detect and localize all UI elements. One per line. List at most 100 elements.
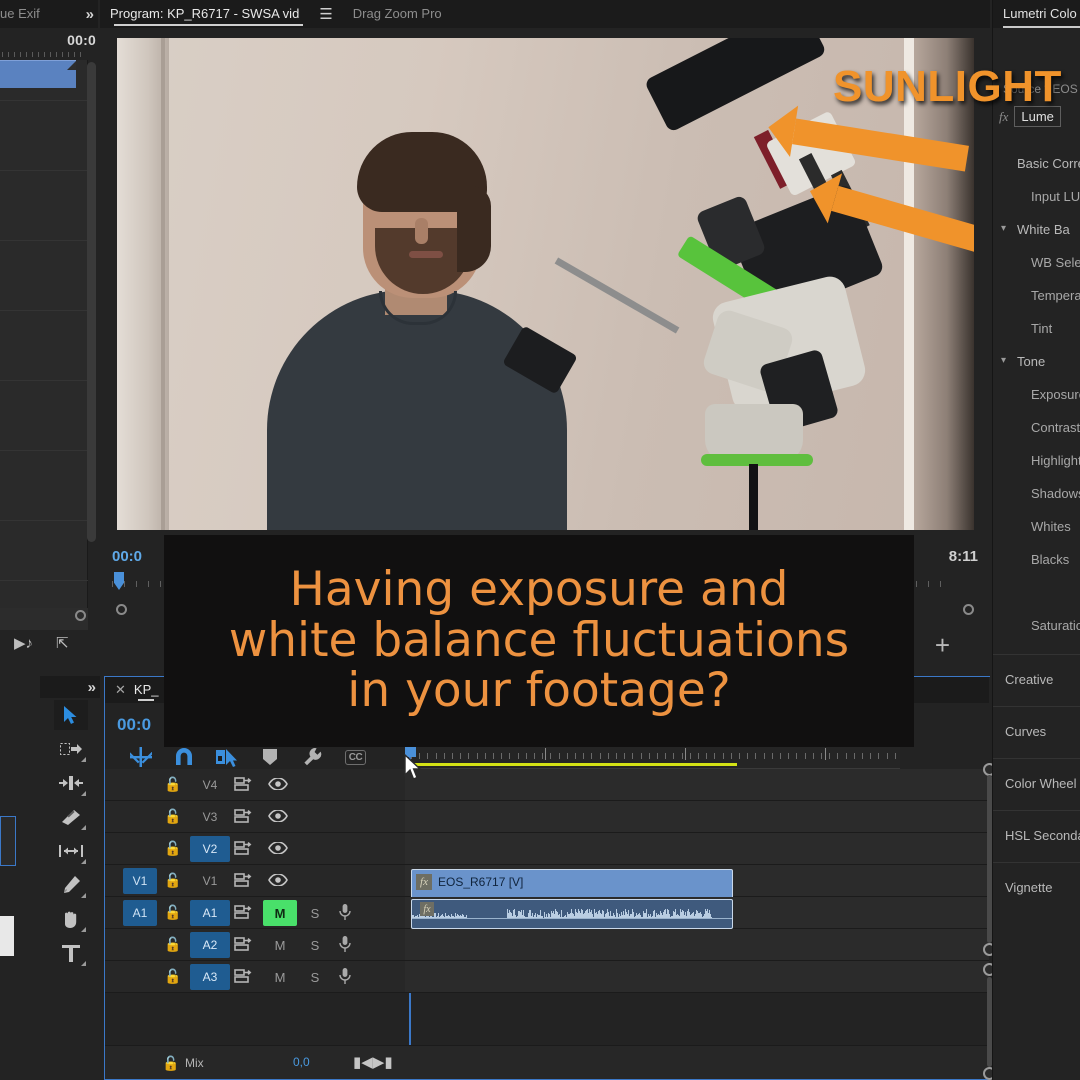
tab-sequence[interactable]: KP_ <box>134 677 158 703</box>
lumetri-panel-curves[interactable]: Curves <box>993 724 1080 739</box>
type-tool[interactable] <box>54 938 88 968</box>
lock-icon[interactable]: 🔓 <box>164 776 181 792</box>
lock-icon[interactable]: 🔓 <box>164 872 181 888</box>
hand-tool[interactable] <box>54 904 88 934</box>
left-ruler[interactable] <box>0 50 88 60</box>
timeline-track-row[interactable]: 🔓 A3 M S <box>105 961 989 993</box>
track-name-V4[interactable]: V4 <box>190 772 230 798</box>
lock-icon[interactable]: 🔓 <box>164 808 181 824</box>
timeline-track-row[interactable]: A1 🔓 A1 M Sfx <box>105 897 989 929</box>
lumetri-item-contrast[interactable]: Contrast <box>993 420 1080 435</box>
sync-lock-icon[interactable] <box>233 776 253 792</box>
track-content-A3[interactable] <box>405 961 989 992</box>
lumetri-item-tone[interactable]: Tone <box>993 354 1080 369</box>
timeline-track-row[interactable]: 🔓 V3 <box>105 801 989 833</box>
track-name-V1[interactable]: V1 <box>190 868 230 894</box>
mix-value[interactable]: 0,0 <box>293 1055 310 1069</box>
track-content-A1[interactable]: fx <box>405 897 989 929</box>
lumetri-item-input-lut[interactable]: Input LUT <box>993 189 1080 204</box>
track-name-A3[interactable]: A3 <box>190 964 230 990</box>
lumetri-panel-creative[interactable]: Creative <box>993 672 1080 687</box>
video-clip[interactable]: fx EOS_R6717 [V] <box>411 869 733 899</box>
program-in-point-handle[interactable] <box>116 604 127 615</box>
mute-button-A2[interactable]: M <box>263 932 297 958</box>
lumetri-panel-hsl-seconda[interactable]: HSL Seconda <box>993 828 1080 843</box>
chevron-down-icon[interactable]: ▾ <box>1001 355 1006 366</box>
lumetri-item-highlight[interactable]: Highlight <box>993 453 1080 468</box>
fx-badge-icon[interactable]: fx <box>416 874 432 890</box>
track-content-V3[interactable] <box>405 801 989 832</box>
track-target-A1[interactable]: A1 <box>123 900 157 926</box>
track-select-forward-tool[interactable] <box>54 734 88 764</box>
left-stub-panel-lower[interactable] <box>0 916 14 956</box>
mix-meter-icon[interactable]: ▮◀▶▮ <box>353 1053 393 1071</box>
lumetri-item-exposure[interactable]: Exposure <box>993 387 1080 402</box>
lumetri-panel-color-wheel[interactable]: Color Wheel <box>993 776 1080 791</box>
solo-button-A2[interactable]: S <box>305 932 325 958</box>
sync-lock-icon[interactable] <box>233 968 253 984</box>
eye-icon[interactable] <box>267 872 289 888</box>
lumetri-item-saturatio[interactable]: Saturatio <box>993 618 1080 633</box>
tools-chevron-double-right-icon[interactable]: » <box>88 679 100 696</box>
mic-icon[interactable] <box>335 967 355 985</box>
lock-icon[interactable]: 🔓 <box>164 840 181 856</box>
export-frame-icon[interactable]: ⇱ <box>56 634 69 652</box>
track-content-V2[interactable] <box>405 833 989 864</box>
eye-icon[interactable] <box>267 840 289 856</box>
lumetri-item-wb-selec[interactable]: WB Selec <box>993 255 1080 270</box>
timeline-settings-wrench-icon[interactable] <box>291 743 334 771</box>
left-stub-panel-upper[interactable] <box>0 816 16 866</box>
track-content-V4[interactable] <box>405 769 989 800</box>
lock-icon[interactable]: 🔓 <box>164 904 181 920</box>
button-editor-icon[interactable]: + <box>935 632 950 658</box>
tab-program-monitor[interactable]: Program: KP_R6717 - SWSA vid <box>110 0 307 28</box>
program-out-point-handle[interactable] <box>963 604 974 615</box>
hamburger-menu-icon[interactable]: ☰ <box>319 7 332 22</box>
track-target-V1[interactable]: V1 <box>123 868 157 894</box>
closed-captions-icon[interactable]: CC <box>334 743 377 771</box>
ripple-edit-tool[interactable] <box>54 768 88 798</box>
snap-magnet-icon[interactable] <box>162 743 205 771</box>
add-marker-icon[interactable] <box>248 743 291 771</box>
eye-icon[interactable] <box>267 776 289 792</box>
lumetri-item-white-ba[interactable]: White Ba <box>993 222 1080 237</box>
mute-button-A1[interactable]: M <box>263 900 297 926</box>
lumetri-item-blacks[interactable]: Blacks <box>993 552 1080 567</box>
lumetri-item-temperat[interactable]: Temperat <box>993 288 1080 303</box>
tab-exif[interactable]: ue Exif <box>0 0 48 28</box>
solo-button-A3[interactable]: S <box>305 964 325 990</box>
left-footer-endpoint-icon[interactable] <box>75 610 86 621</box>
audio-clip[interactable]: fx <box>411 899 733 929</box>
slip-tool[interactable] <box>54 836 88 866</box>
lock-icon[interactable]: 🔓 <box>162 1055 179 1071</box>
lumetri-item-whites[interactable]: Whites <box>993 519 1080 534</box>
razor-tool[interactable] <box>54 802 88 832</box>
timeline-track-row[interactable]: 🔓 V2 <box>105 833 989 865</box>
sync-lock-icon[interactable] <box>233 808 253 824</box>
fx-badge-icon[interactable]: fx <box>420 902 434 916</box>
chevron-down-icon[interactable]: ▾ <box>1001 223 1006 234</box>
nested-sequence-icon[interactable] <box>119 743 162 771</box>
mic-icon[interactable] <box>335 903 355 921</box>
left-timecode[interactable]: 00:0 <box>67 32 96 48</box>
eye-icon[interactable] <box>267 808 289 824</box>
left-scrollbar[interactable] <box>87 62 96 542</box>
play-audio-icon[interactable]: ▶♪ <box>14 634 33 652</box>
program-monitor-video-area[interactable]: SUNLIGHT <box>117 38 1061 530</box>
lock-icon[interactable]: 🔓 <box>164 968 181 984</box>
close-icon[interactable]: ✕ <box>115 682 126 698</box>
sync-lock-icon[interactable] <box>233 840 253 856</box>
selection-tool[interactable] <box>54 700 88 730</box>
timeline-track-row[interactable]: V1 🔓 V1 fx EOS_R6717 [V] <box>105 865 989 899</box>
track-content-A2[interactable] <box>405 929 989 960</box>
left-source-clip[interactable] <box>0 60 76 88</box>
track-name-A2[interactable]: A2 <box>190 932 230 958</box>
linked-selection-icon[interactable] <box>205 743 248 771</box>
track-name-V2[interactable]: V2 <box>190 836 230 862</box>
chevron-double-right-icon[interactable]: » <box>86 6 98 23</box>
tab-lumetri-color[interactable]: Lumetri Colo <box>1003 6 1077 21</box>
timeline-track-row[interactable]: 🔓 V4 <box>105 769 989 801</box>
lumetri-item-basic-correc[interactable]: Basic Correc <box>993 156 1080 171</box>
lumetri-item-tint[interactable]: Tint <box>993 321 1080 336</box>
lock-icon[interactable]: 🔓 <box>164 936 181 952</box>
